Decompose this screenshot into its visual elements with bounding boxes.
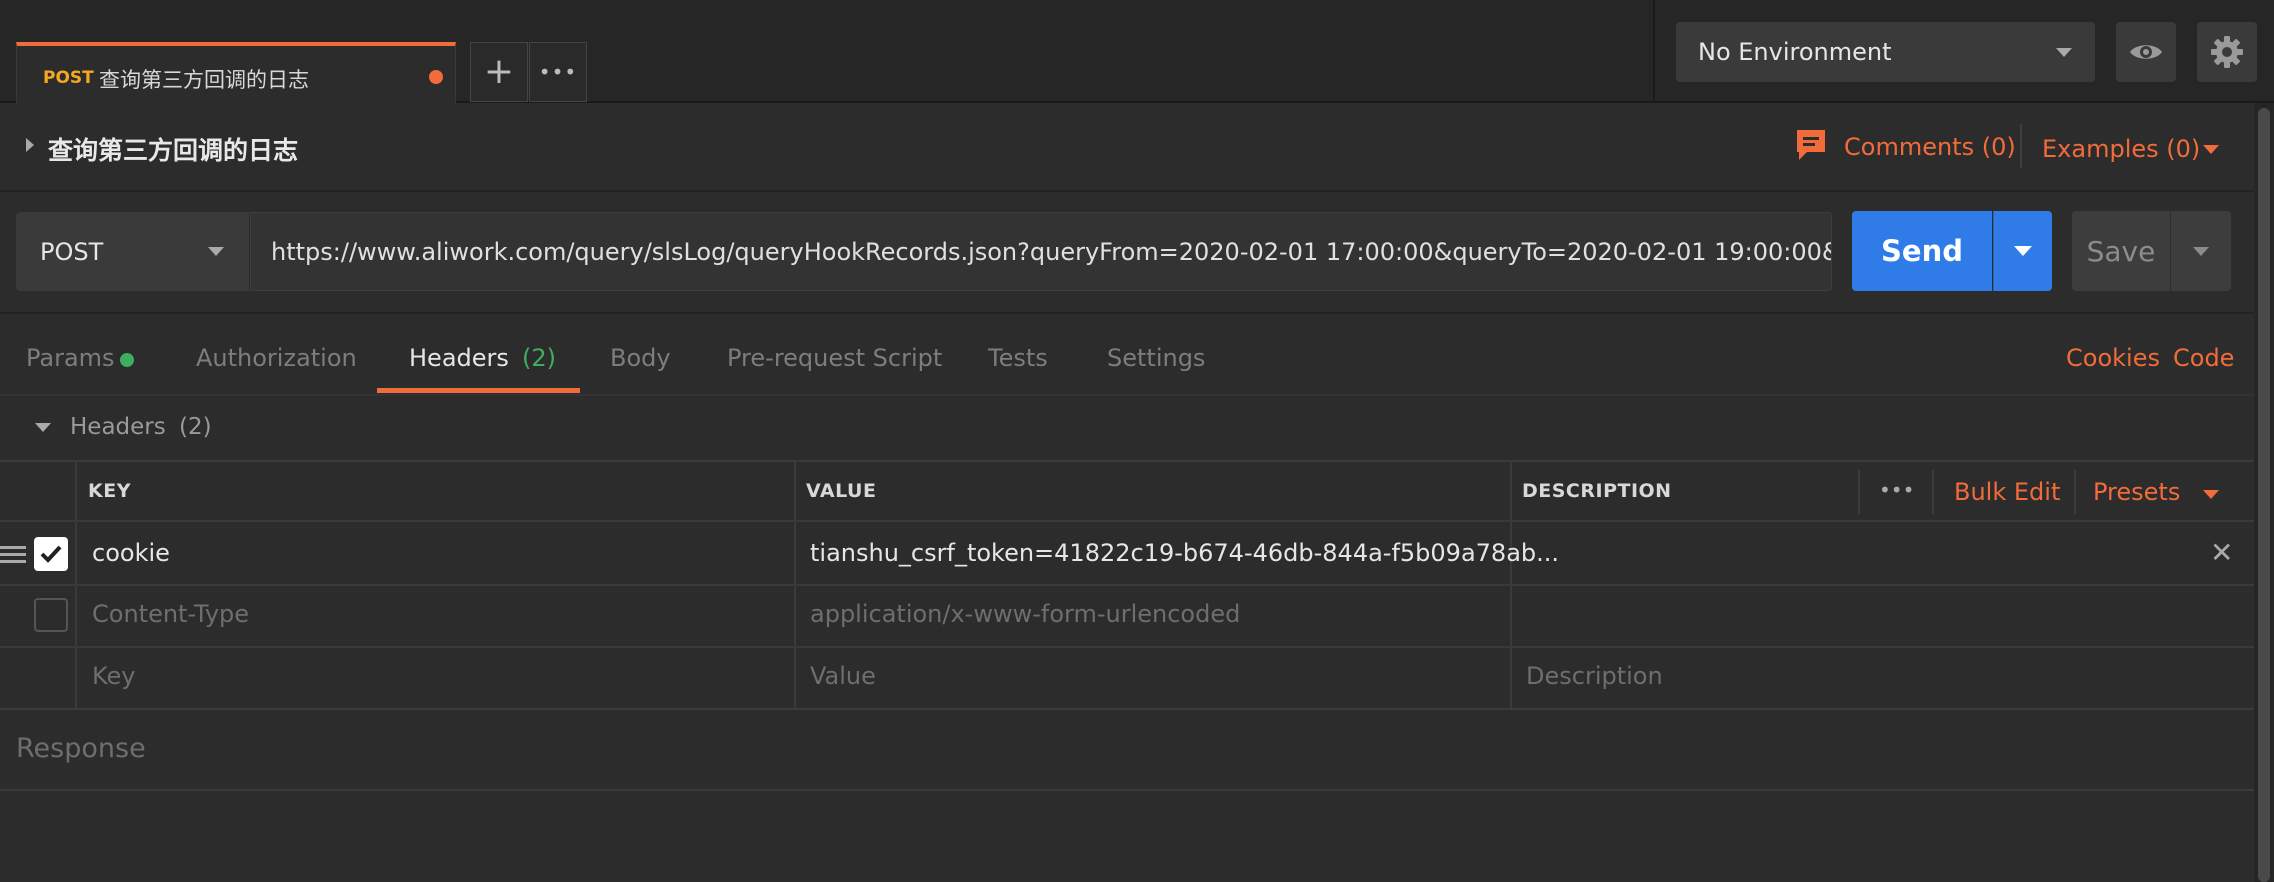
tab-params[interactable]: Params (26, 344, 115, 372)
params-status-dot-icon (120, 353, 134, 367)
divider (1932, 470, 1934, 514)
environment-select[interactable]: No Environment (1676, 22, 2095, 82)
active-tab-indicator (377, 388, 580, 393)
column-header-description: DESCRIPTION (1522, 480, 1672, 502)
divider (0, 789, 2254, 791)
url-input[interactable]: https://www.aliwork.com/query/slsLog/que… (250, 212, 1832, 291)
chevron-down-icon (2056, 48, 2072, 57)
new-description-input[interactable]: Description (1526, 662, 1663, 690)
headers-section-label: Headers (70, 414, 166, 440)
environment-label: No Environment (1698, 38, 1892, 66)
examples-link[interactable]: Examples (0) (2042, 135, 2200, 163)
divider (0, 394, 2254, 396)
examples-dropdown-icon[interactable] (2203, 145, 2219, 154)
eye-icon (2130, 45, 2162, 59)
code-link[interactable]: Code (2173, 344, 2234, 372)
tab-method-label: POST (43, 68, 94, 88)
tab-settings[interactable]: Settings (1107, 344, 1205, 372)
checkmark-icon (40, 545, 62, 563)
gear-icon (2211, 36, 2243, 68)
tab-name-label: 查询第三方回调的日志 (99, 68, 309, 92)
more-icon: ••• (538, 60, 578, 84)
new-value-input[interactable]: Value (810, 662, 876, 690)
scrollbar-thumb[interactable] (2258, 108, 2270, 882)
chevron-down-icon (2193, 246, 2209, 256)
send-button[interactable]: Send (1852, 211, 1992, 291)
header-key-cell[interactable]: cookie (92, 539, 170, 567)
comments-icon[interactable] (1795, 128, 1827, 166)
settings-button[interactable] (2197, 22, 2257, 82)
header-value-cell[interactable]: application/x-www-form-urlencoded (810, 600, 1240, 628)
divider (1858, 470, 1860, 514)
divider (1653, 0, 1655, 103)
tab-headers-count: (2) (521, 344, 556, 372)
new-tab-button[interactable]: + (470, 42, 528, 102)
delete-row-icon[interactable]: ✕ (2210, 536, 2233, 569)
send-options-button[interactable] (1993, 211, 2052, 291)
tab-pre-request-script[interactable]: Pre-request Script (727, 344, 942, 372)
divider (2020, 124, 2022, 168)
row-divider (0, 584, 2254, 586)
bulk-edit-link[interactable]: Bulk Edit (1954, 478, 2060, 506)
header-key-cell[interactable]: Content-Type (92, 600, 249, 628)
chevron-down-icon (2014, 246, 2032, 256)
headers-section-toggle[interactable]: Headers (2) (70, 414, 212, 440)
chevron-down-icon (208, 247, 224, 256)
tab-tests[interactable]: Tests (988, 344, 1048, 372)
collapse-arrow-icon[interactable] (35, 423, 51, 432)
column-header-key: KEY (88, 480, 131, 502)
method-select[interactable]: POST (16, 212, 250, 291)
column-header-value: VALUE (806, 480, 877, 502)
divider (2074, 470, 2076, 514)
row-enabled-checkbox[interactable] (34, 537, 68, 571)
unsaved-dot-icon (429, 70, 443, 84)
comments-link[interactable]: Comments (0) (1844, 133, 2016, 161)
request-title[interactable]: 查询第三方回调的日志 (48, 131, 298, 167)
plus-icon: + (483, 51, 515, 92)
environment-quick-look-button[interactable] (2116, 22, 2176, 82)
row-divider (0, 708, 2254, 710)
column-options-button[interactable]: ••• (1879, 478, 1914, 502)
tab-headers-label: Headers (409, 344, 509, 372)
new-key-input[interactable]: Key (92, 662, 136, 690)
response-section-label[interactable]: Response (16, 733, 146, 764)
divider (0, 190, 2254, 192)
tab-authorization[interactable]: Authorization (196, 344, 357, 372)
save-options-button[interactable] (2171, 211, 2231, 291)
request-tab[interactable]: POST 查询第三方回调的日志 (16, 42, 456, 103)
presets-dropdown-icon[interactable] (2203, 490, 2219, 499)
headers-table-head (0, 460, 2254, 522)
tab-body[interactable]: Body (610, 344, 671, 372)
row-enabled-checkbox[interactable] (34, 598, 68, 632)
save-button[interactable]: Save (2072, 211, 2170, 291)
drag-handle-icon[interactable] (0, 544, 26, 570)
tab-options-button[interactable]: ••• (529, 42, 587, 102)
row-divider (0, 646, 2254, 648)
method-label: POST (40, 238, 104, 266)
expand-arrow-icon[interactable] (26, 138, 34, 152)
header-value-cell[interactable]: tianshu_csrf_token=41822c19-b674-46db-84… (810, 539, 1559, 567)
cookies-link[interactable]: Cookies (2066, 344, 2160, 372)
presets-link[interactable]: Presets (2093, 478, 2180, 506)
tab-headers[interactable]: Headers (2) (409, 344, 556, 372)
headers-section-count: (2) (179, 414, 212, 440)
divider (0, 312, 2254, 314)
